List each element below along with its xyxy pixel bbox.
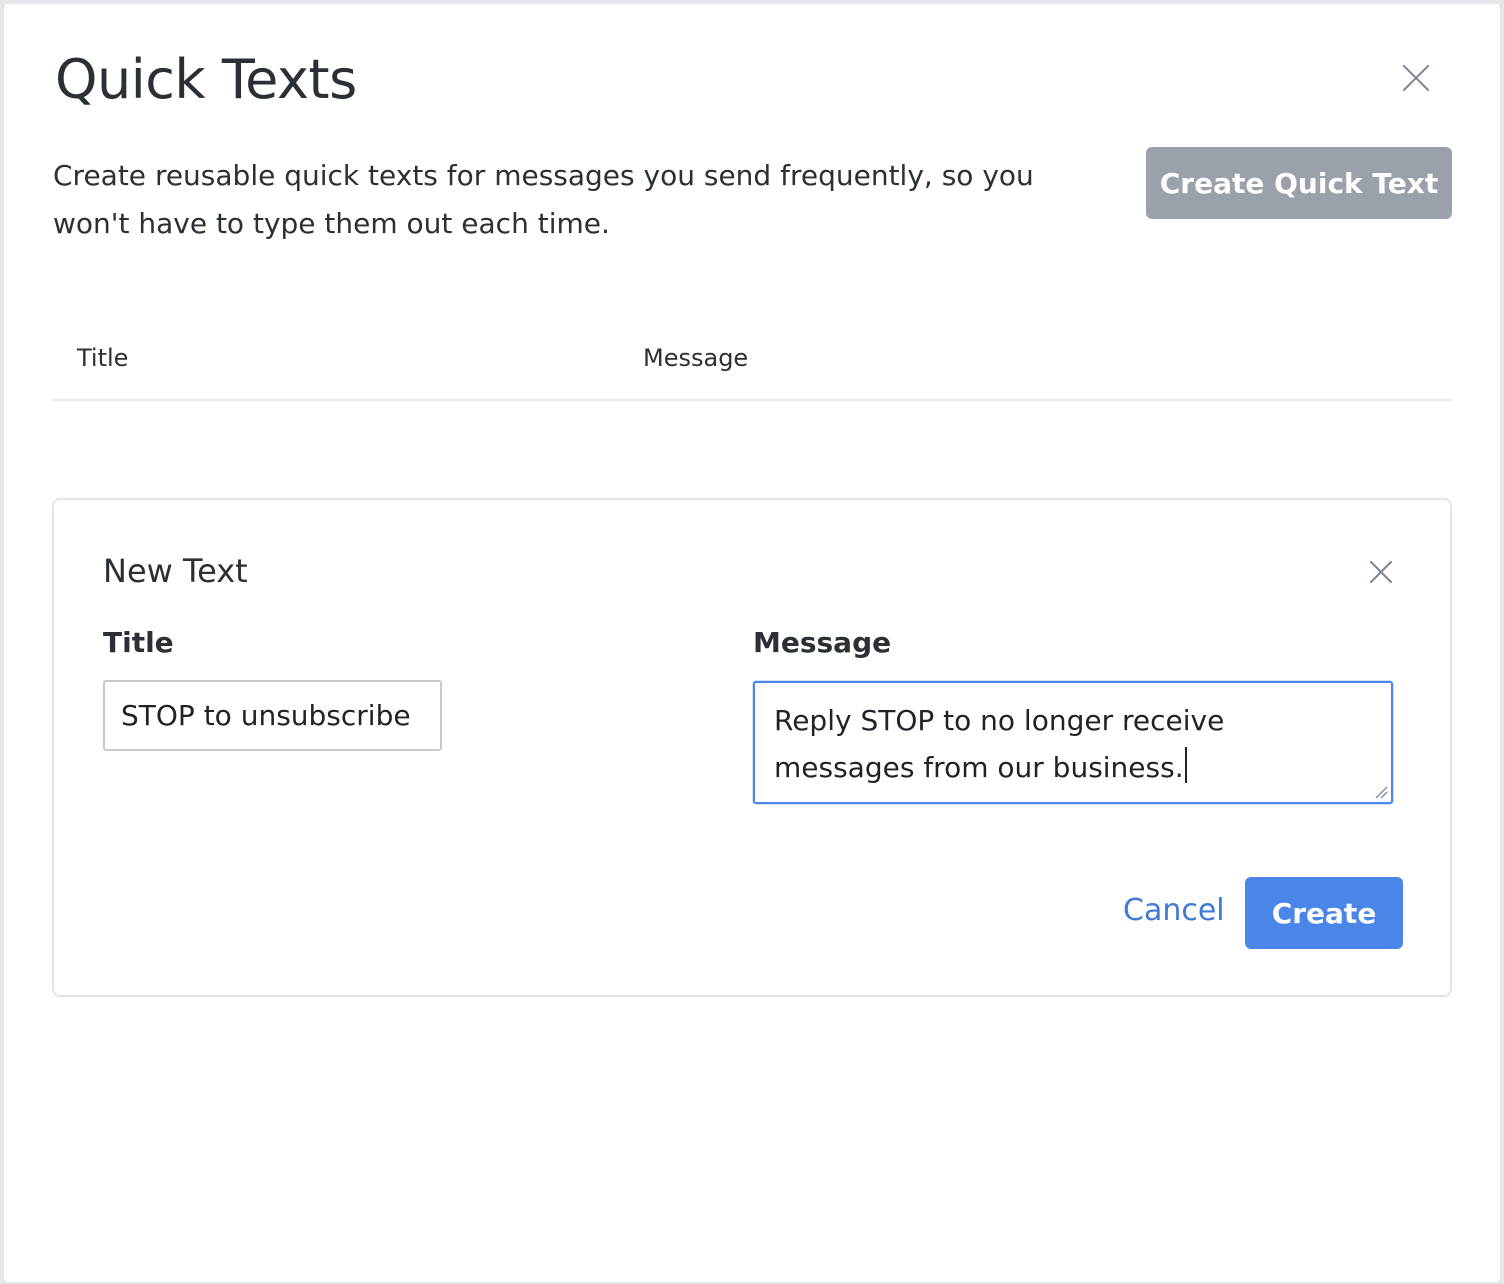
close-icon[interactable]: [1399, 61, 1433, 95]
quick-texts-modal: Quick Texts Create reusable quick texts …: [4, 4, 1500, 1282]
column-header-message: Message: [643, 344, 749, 372]
text-cursor: [1184, 747, 1187, 783]
message-text: Reply STOP to no longer receive messages…: [774, 704, 1225, 784]
cancel-button[interactable]: Cancel: [1123, 893, 1225, 928]
create-quick-text-button[interactable]: Create Quick Text: [1146, 147, 1452, 219]
message-field-label: Message: [753, 626, 892, 659]
resize-handle-icon[interactable]: [1374, 785, 1388, 799]
new-text-form: New Text Title Message Reply STOP to no …: [52, 498, 1452, 997]
create-button[interactable]: Create: [1245, 877, 1403, 949]
message-textarea[interactable]: Reply STOP to no longer receive messages…: [753, 681, 1393, 804]
form-close-icon[interactable]: [1367, 558, 1395, 586]
title-input[interactable]: [103, 680, 442, 751]
table-header: Title Message: [52, 334, 1452, 401]
modal-title: Quick Texts: [55, 48, 357, 111]
column-header-title: Title: [77, 344, 129, 372]
modal-description: Create reusable quick texts for messages…: [53, 159, 1034, 240]
title-field-label: Title: [103, 626, 174, 659]
form-heading: New Text: [103, 552, 248, 590]
